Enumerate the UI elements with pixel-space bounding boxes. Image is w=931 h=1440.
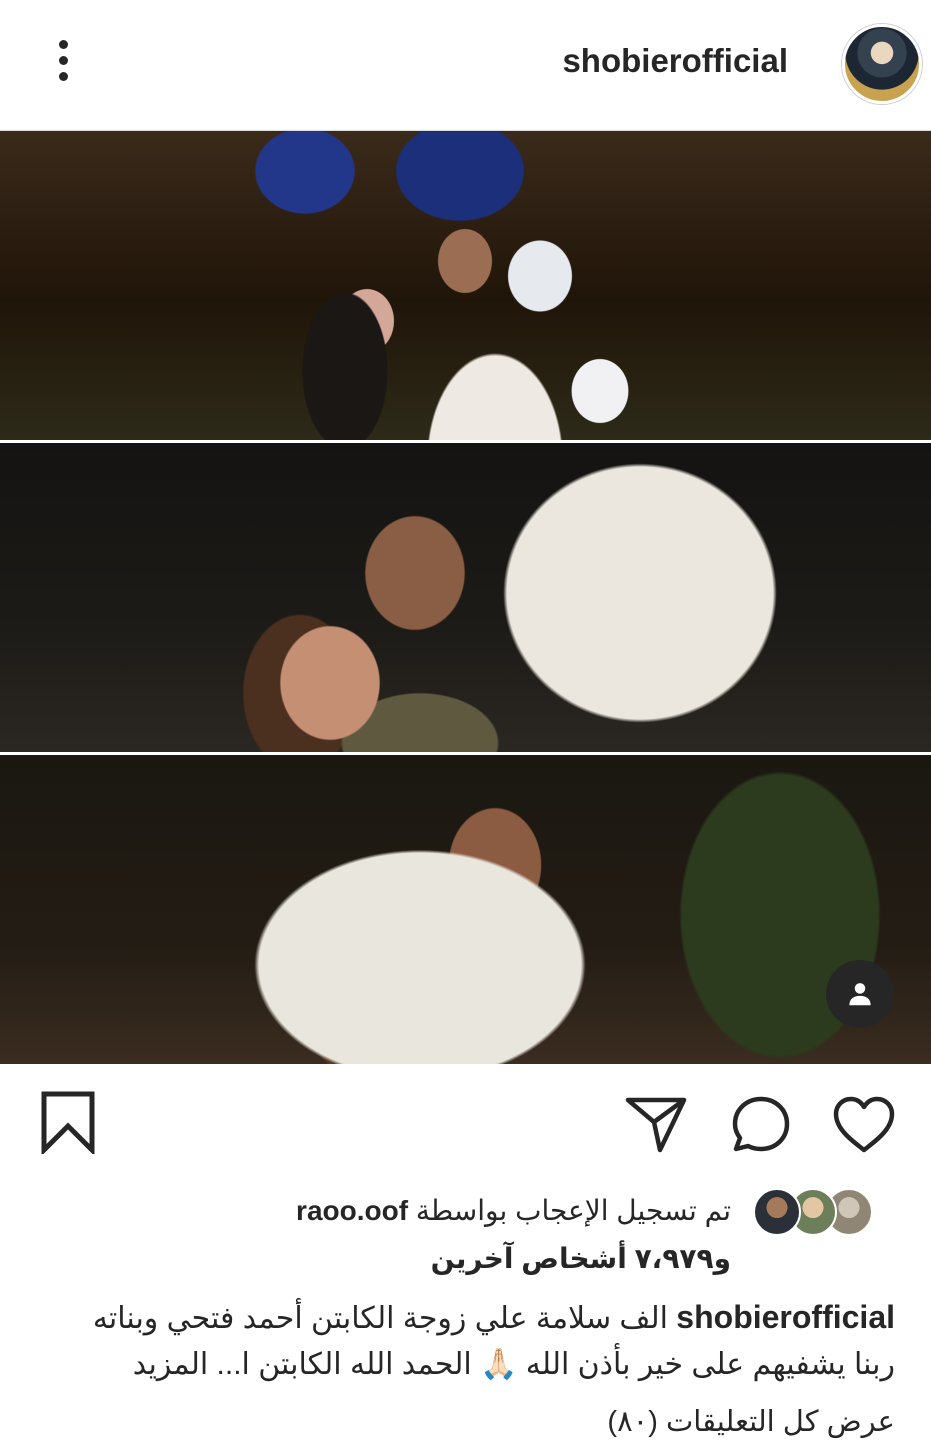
liked-by-text: تم تسجيل الإعجاب بواسطة raoo.oof: [296, 1194, 731, 1227]
liked-by-username[interactable]: raoo.oof: [296, 1195, 408, 1226]
caption-more-link[interactable]: المزيد: [133, 1348, 208, 1381]
heart-icon[interactable]: [832, 1096, 896, 1159]
bookmark-icon[interactable]: [40, 1090, 96, 1159]
user-tag-icon[interactable]: [826, 960, 894, 1028]
post-photo-2[interactable]: [0, 443, 931, 752]
post-header: shobierofficial: [0, 0, 931, 131]
liked-by-row[interactable]: تم تسجيل الإعجاب بواسطة raoo.oof: [0, 1186, 931, 1236]
folded-hands-icon: 🙏🏻: [480, 1348, 518, 1381]
caption-username[interactable]: shobierofficial: [676, 1299, 895, 1335]
likes-count[interactable]: و٧،٩٧٩ أشخاص آخرين: [431, 1242, 731, 1275]
liked-by-prefix: تم تسجيل الإعجاب بواسطة: [415, 1195, 731, 1226]
comment-icon[interactable]: [730, 1094, 792, 1159]
post-photo-3[interactable]: [0, 755, 931, 1064]
more-options-icon[interactable]: [48, 40, 78, 86]
view-all-comments-link[interactable]: عرض كل التعليقات (٨٠): [607, 1404, 895, 1439]
post-caption: shobierofficial الف سلامة علي زوجة الكاب…: [35, 1294, 895, 1388]
post-actions: [0, 1090, 931, 1160]
caption-line-1: الف سلامة علي زوجة الكابتن أحمد فتحي وبن…: [92, 1302, 668, 1335]
send-icon[interactable]: [624, 1094, 688, 1159]
author-avatar[interactable]: [842, 24, 922, 104]
post-author-username[interactable]: shobierofficial: [562, 42, 788, 80]
caption-line-2b: الحمد الله الكابتن ا...: [216, 1348, 472, 1381]
post-photo-1[interactable]: [0, 131, 931, 440]
caption-line-2: ربنا يشفيهم على خير بأذن الله: [525, 1348, 895, 1381]
liked-by-avatars: [753, 1188, 873, 1236]
